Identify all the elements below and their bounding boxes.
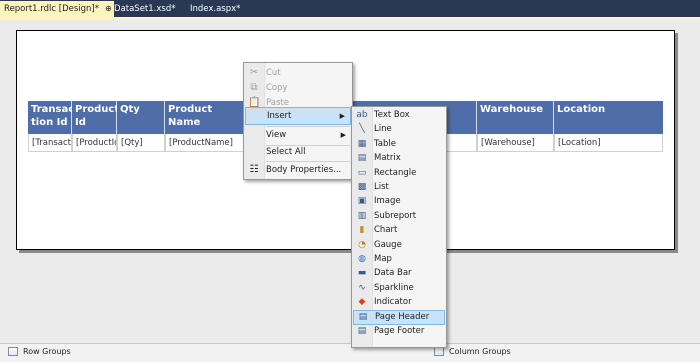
sparkline-icon: ∿ bbox=[358, 282, 366, 293]
submenu-item-label: Rectangle bbox=[374, 167, 417, 178]
tab-index-aspx[interactable]: Index.aspx* bbox=[186, 1, 244, 17]
cut-icon: ✂ bbox=[249, 67, 259, 78]
submenu-item-label: Chart bbox=[374, 225, 398, 236]
chart-icon: ▮ bbox=[359, 225, 365, 236]
submenu-item-page-header[interactable]: ▤ Page Header bbox=[353, 309, 445, 325]
tab-label: DataSet1.xsd* bbox=[114, 4, 176, 14]
table-icon: ▦ bbox=[357, 138, 367, 149]
copy-icon: ⧉ bbox=[250, 82, 258, 93]
submenu-item-label: Indicator bbox=[374, 297, 412, 308]
row-groups-label: Row Groups bbox=[23, 347, 71, 356]
submenu-item-label: Page Header bbox=[375, 311, 430, 322]
menu-item-select-all[interactable]: Select All bbox=[244, 143, 352, 161]
submenu-item-label: Gauge bbox=[374, 239, 402, 250]
image-icon: ▣ bbox=[357, 196, 367, 207]
cell-qty[interactable]: [Qty] bbox=[117, 134, 165, 152]
column-groups-icon bbox=[434, 347, 444, 356]
header-qty[interactable]: Qty bbox=[117, 101, 165, 134]
header-location[interactable]: Location bbox=[554, 101, 663, 134]
submenu-item-image[interactable]: ▣ Image bbox=[352, 194, 446, 209]
submenu-item-label: Matrix bbox=[374, 153, 401, 164]
submenu-item-label: List bbox=[374, 182, 389, 192]
submenu-item-text-box[interactable]: ab Text Box bbox=[352, 108, 446, 123]
menu-item-view[interactable]: View ▶ bbox=[244, 126, 352, 144]
submenu-item-gauge[interactable]: ◔ Gauge bbox=[352, 238, 446, 253]
indicator-icon: ◆ bbox=[358, 297, 366, 308]
header-product-id[interactable]: Product Id bbox=[72, 101, 119, 134]
line-icon: ╲ bbox=[359, 124, 365, 135]
submenu-item-line[interactable]: ╲ Line bbox=[352, 122, 446, 137]
submenu-item-list[interactable]: ▩ List bbox=[352, 180, 446, 195]
insert-submenu: ab Text Box ╲ Line ▦ Table ▤ Matrix ▭ Rectangle ▩ L… bbox=[351, 106, 447, 348]
column-groups-header[interactable]: Column Groups bbox=[434, 347, 511, 356]
textbox-icon: ab bbox=[356, 110, 368, 120]
header-transaction-id[interactable]: Transac tion Id bbox=[28, 101, 74, 134]
header-warehouse[interactable]: Warehouse bbox=[477, 101, 554, 134]
gauge-icon: ◔ bbox=[358, 239, 366, 250]
tab-report1-design[interactable]: Report1.rdlc [Design]* ⊕ ✕ bbox=[0, 1, 123, 17]
page-footer-icon: ▤ bbox=[357, 326, 367, 336]
submenu-item-data-bar[interactable]: ▬ Data Bar bbox=[352, 266, 446, 281]
cell-product-name[interactable]: [ProductName] bbox=[165, 134, 245, 152]
submenu-item-label: Line bbox=[374, 124, 392, 135]
subreport-icon: ▥ bbox=[357, 210, 367, 221]
submenu-item-label: Data Bar bbox=[374, 268, 412, 279]
submenu-item-label: Sparkline bbox=[374, 282, 414, 293]
cell-transaction-id[interactable]: [Transactic bbox=[28, 134, 72, 152]
tab-dataset1[interactable]: DataSet1.xsd* bbox=[110, 1, 179, 17]
submenu-item-map[interactable]: ◍ Map bbox=[352, 252, 446, 267]
row-groups-header[interactable]: Row Groups bbox=[8, 347, 71, 356]
submenu-item-sparkline[interactable]: ∿ Sparkline bbox=[352, 281, 446, 296]
submenu-item-label: Text Box bbox=[374, 110, 410, 120]
cell-location[interactable]: [Location] bbox=[554, 134, 663, 152]
submenu-arrow-icon: ▶ bbox=[340, 131, 346, 139]
menu-item-body-properties[interactable]: ☷ Body Properties... bbox=[244, 161, 352, 179]
submenu-item-page-footer[interactable]: ▤ Page Footer bbox=[352, 324, 446, 339]
page-header-icon: ▤ bbox=[358, 311, 368, 322]
context-menu: ✂ Cut ⧉ Copy 📋 Paste Insert ▶ View ▶ Select A… bbox=[243, 62, 353, 180]
map-icon: ◍ bbox=[358, 254, 366, 264]
submenu-item-label: Subreport bbox=[374, 210, 417, 221]
column-groups-label: Column Groups bbox=[449, 347, 511, 356]
submenu-item-label: Image bbox=[374, 196, 401, 207]
rectangle-icon: ▭ bbox=[357, 167, 367, 178]
submenu-item-table[interactable]: ▦ Table bbox=[352, 137, 446, 152]
matrix-icon: ▤ bbox=[357, 153, 367, 164]
row-groups-icon bbox=[8, 347, 18, 356]
submenu-item-subreport[interactable]: ▥ Subreport bbox=[352, 209, 446, 224]
submenu-item-matrix[interactable]: ▤ Matrix bbox=[352, 151, 446, 166]
submenu-item-label: Map bbox=[374, 254, 392, 264]
list-icon: ▩ bbox=[357, 182, 367, 192]
document-tab-bar: Report1.rdlc [Design]* ⊕ ✕ DataSet1.xsd* I… bbox=[0, 0, 700, 17]
grouping-pane: Row Groups Column Groups bbox=[0, 343, 700, 362]
cell-product-id[interactable]: [ProductId] bbox=[72, 134, 117, 152]
tab-label: Report1.rdlc [Design]* bbox=[4, 4, 99, 14]
tab-label: Index.aspx* bbox=[190, 4, 241, 14]
header-product-name[interactable]: Product Name bbox=[165, 101, 245, 134]
submenu-item-indicator[interactable]: ◆ Indicator bbox=[352, 295, 446, 310]
properties-icon: ☷ bbox=[249, 164, 259, 175]
submenu-item-rectangle[interactable]: ▭ Rectangle bbox=[352, 166, 446, 181]
databar-icon: ▬ bbox=[357, 268, 367, 279]
submenu-item-chart[interactable]: ▮ Chart bbox=[352, 223, 446, 238]
menu-item-insert[interactable]: Insert ▶ bbox=[245, 107, 351, 125]
cell-warehouse[interactable]: [Warehouse] bbox=[477, 134, 554, 152]
submenu-item-label: Page Footer bbox=[374, 326, 425, 336]
submenu-arrow-icon: ▶ bbox=[339, 112, 345, 120]
submenu-item-label: Table bbox=[374, 138, 396, 149]
